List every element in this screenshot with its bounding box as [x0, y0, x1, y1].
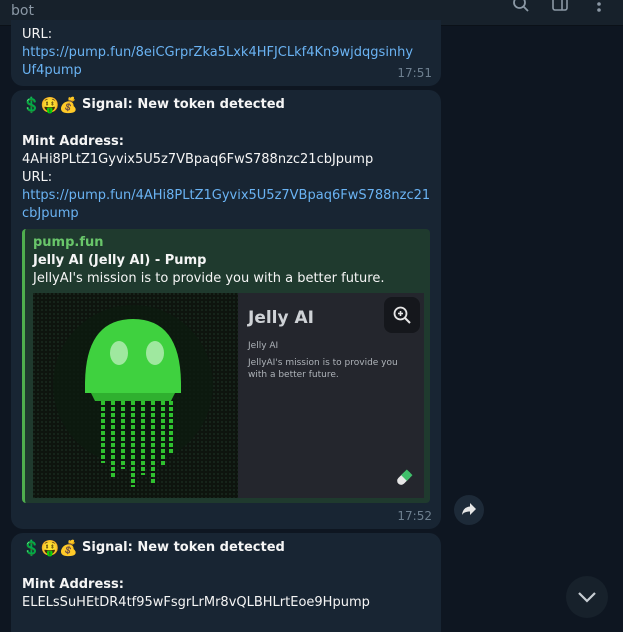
- signal-label: Signal: New token detected: [82, 97, 285, 112]
- preview-title: Jelly AI (Jelly AI) - Pump: [33, 253, 207, 268]
- sidebar-toggle-icon[interactable]: [550, 0, 570, 14]
- card-subtitle: Jelly AI: [248, 341, 279, 351]
- more-vertical-icon[interactable]: [589, 0, 609, 14]
- forward-icon: [461, 501, 477, 520]
- header-actions: [511, 0, 609, 14]
- message-time: 17:51: [397, 66, 432, 80]
- money-emoji-icons: 💲🤑💰: [22, 96, 79, 114]
- card-title: Jelly AI: [248, 308, 314, 328]
- search-icon[interactable]: [511, 0, 531, 14]
- mint-address-label: Mint Address:: [22, 134, 124, 149]
- zoom-in-icon[interactable]: [384, 297, 420, 333]
- link-preview[interactable]: pump.fun Jelly AI (Jelly AI) - Pump Jell…: [22, 229, 430, 503]
- forward-button[interactable]: [454, 495, 484, 525]
- message-bubble: 💲🤑💰 Signal: New token detected Mint Addr…: [11, 90, 441, 529]
- mint-address-row: Mint Address: 4AHi8PLtZ1Gyvix5U5z7VBpaq6…: [22, 133, 441, 169]
- jellyfish-image: [33, 293, 238, 498]
- message-bubble: URL: https://pump.fun/8eiCGrprZka5Lxk4HF…: [11, 20, 441, 86]
- preview-card: Jelly AI Jelly AI JellyAI's mission is t…: [238, 293, 424, 498]
- card-description: JellyAI's mission is to provide you with…: [248, 358, 398, 380]
- signal-header: 💲🤑💰 Signal: New token detected: [22, 539, 285, 557]
- scroll-to-bottom-button[interactable]: [566, 576, 608, 618]
- signal-label: Signal: New token detected: [82, 540, 285, 555]
- chevron-down-icon: [577, 588, 597, 607]
- token-url-link[interactable]: https://pump.fun/4AHi8PLtZ1Gyvix5U5z7VBp…: [22, 187, 432, 223]
- preview-image[interactable]: Jelly AI Jelly AI JellyAI's mission is t…: [33, 293, 424, 498]
- mint-address-value[interactable]: 4AHi8PLtZ1Gyvix5U5z7VBpaq6FwS788nzc21cbJ…: [22, 152, 373, 167]
- url-label: URL:: [22, 27, 53, 42]
- chat-title: bot: [11, 3, 34, 19]
- mint-address-value[interactable]: ELELsSuHEtDR4tf95wFsgrLrMr8vQLBHLrtEoe9H…: [22, 594, 370, 612]
- signal-header: 💲🤑💰 Signal: New token detected: [22, 96, 285, 114]
- url-label: URL:: [22, 170, 53, 185]
- preview-site-name: pump.fun: [33, 235, 104, 250]
- money-emoji-icons: 💲🤑💰: [22, 539, 79, 557]
- pill-icon: [395, 469, 413, 493]
- message-bubble: 💲🤑💰 Signal: New token detected Mint Addr…: [11, 533, 441, 632]
- message-time: 17:52: [397, 509, 432, 523]
- mint-address-label: Mint Address:: [22, 577, 124, 592]
- token-url-link[interactable]: https://pump.fun/8eiCGrprZka5Lxk4HFJCLkf…: [22, 44, 422, 80]
- preview-description: JellyAI's mission is to provide you with…: [33, 271, 385, 286]
